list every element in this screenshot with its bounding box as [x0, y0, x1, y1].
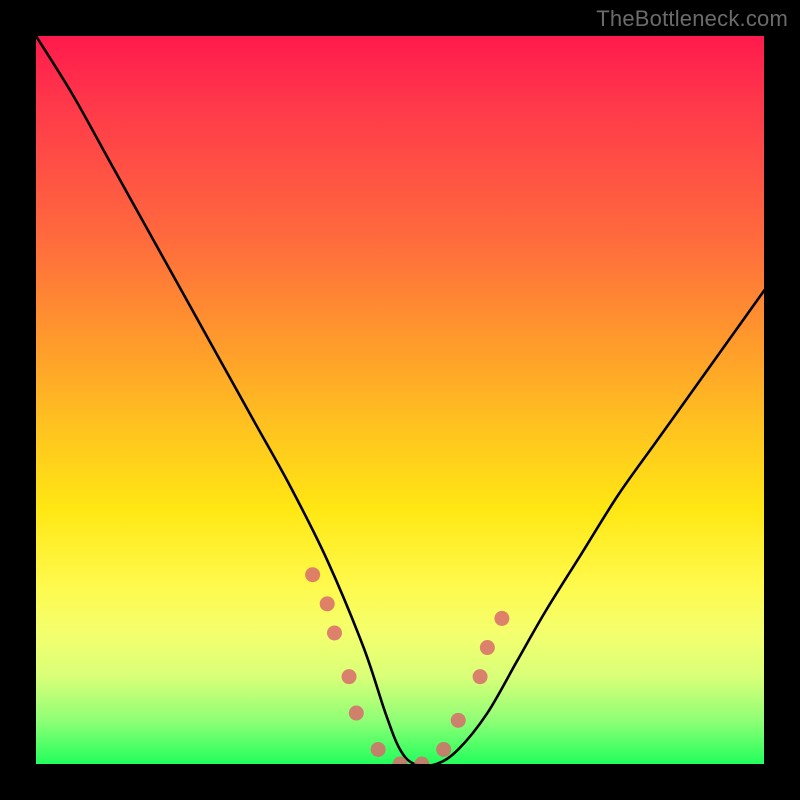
- marker-dot: [320, 596, 335, 611]
- plot-area: [36, 36, 764, 764]
- marker-dot: [494, 611, 509, 626]
- marker-dot: [327, 625, 342, 640]
- marker-dot: [451, 713, 466, 728]
- marker-dot: [305, 567, 320, 582]
- marker-dot: [414, 757, 429, 765]
- marker-dot: [342, 669, 357, 684]
- bottleneck-curve: [36, 36, 764, 764]
- watermark-text: TheBottleneck.com: [596, 6, 788, 32]
- marker-group: [305, 567, 509, 764]
- chart-frame: TheBottleneck.com: [0, 0, 800, 800]
- marker-dot: [473, 669, 488, 684]
- marker-dot: [349, 706, 364, 721]
- curve-svg: [36, 36, 764, 764]
- marker-dot: [371, 742, 386, 757]
- marker-dot: [436, 742, 451, 757]
- marker-dot: [480, 640, 495, 655]
